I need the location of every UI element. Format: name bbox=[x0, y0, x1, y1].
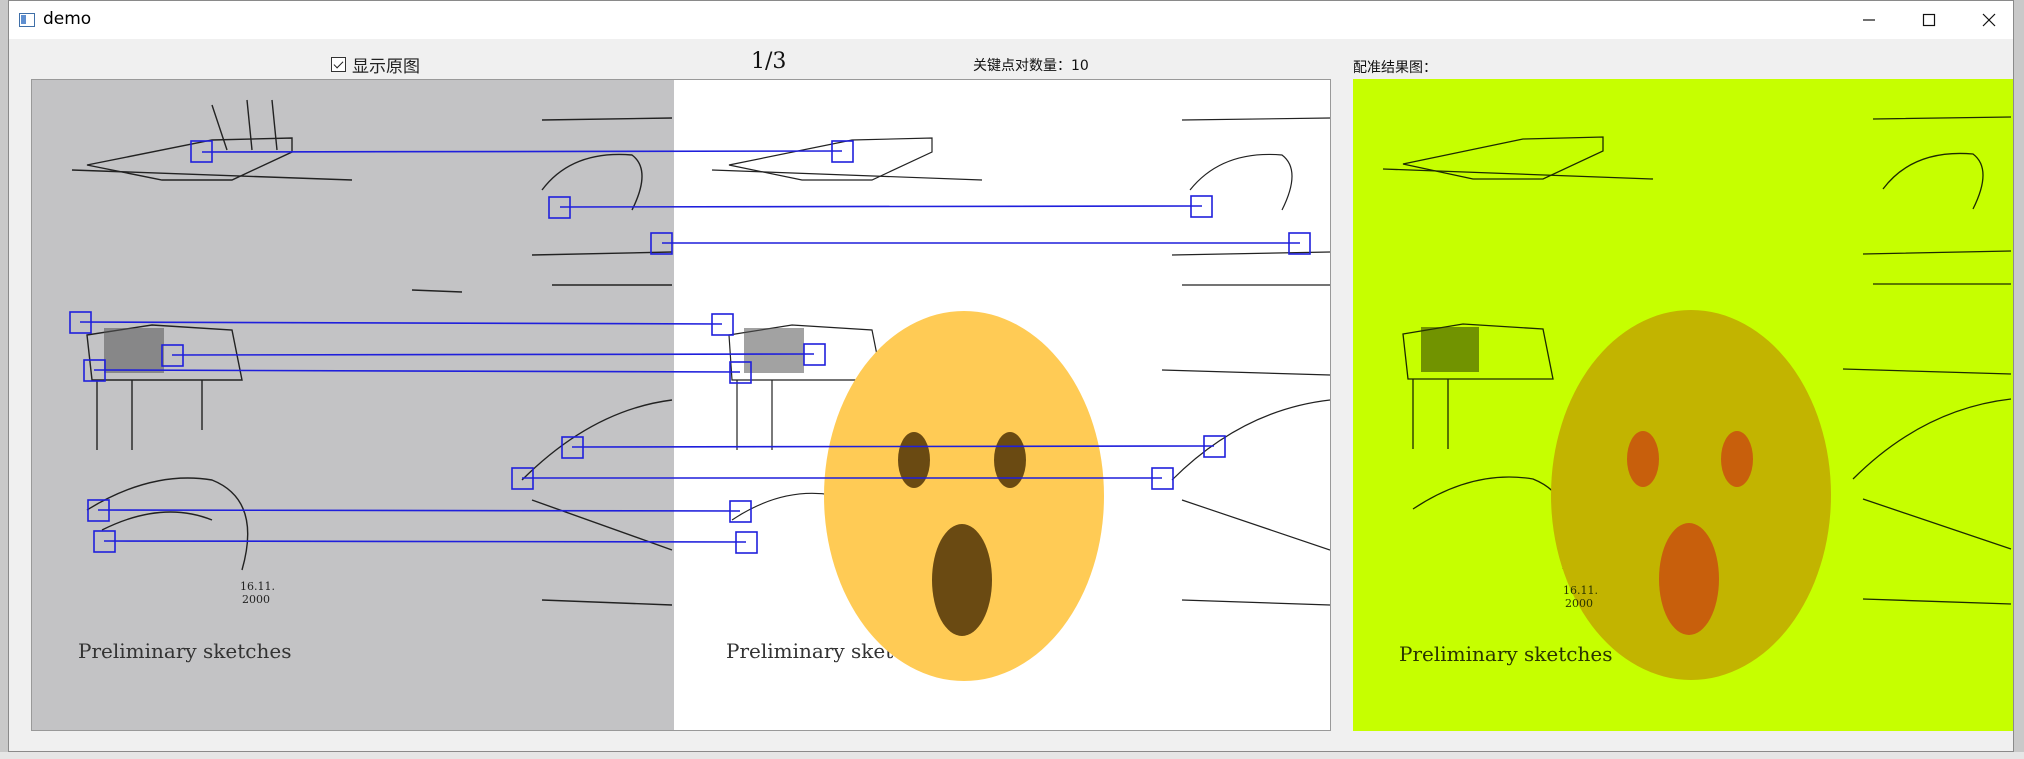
registration-result-view: Preliminary sketches 16.11. 2000 bbox=[1353, 79, 2013, 731]
close-icon bbox=[1982, 13, 1996, 27]
app-icon bbox=[19, 13, 35, 27]
close-button[interactable] bbox=[1959, 1, 2019, 39]
right-hatching bbox=[744, 328, 804, 373]
left-hatching bbox=[104, 328, 164, 373]
result-hatching bbox=[1421, 327, 1479, 372]
left-date-2: 2000 bbox=[242, 593, 270, 606]
result-date-1: 16.11. bbox=[1563, 584, 1598, 597]
window-title: demo bbox=[43, 9, 92, 29]
match-canvas: Preliminary sketches 16.11. 2000 Prelimi… bbox=[32, 80, 1330, 730]
result-canvas: Preliminary sketches 16.11. 2000 bbox=[1353, 79, 2013, 731]
minimize-button[interactable] bbox=[1839, 1, 1899, 39]
taskbar-strip bbox=[0, 752, 2024, 759]
maximize-icon bbox=[1922, 13, 1936, 27]
show-original-label: 显示原图 bbox=[352, 56, 420, 77]
result-emoji bbox=[1551, 310, 1831, 680]
result-date-2: 2000 bbox=[1565, 597, 1593, 610]
result-panel-title: 配准结果图： bbox=[1353, 60, 1437, 76]
checkbox-checked-icon[interactable] bbox=[331, 56, 346, 72]
maximize-button[interactable] bbox=[1899, 1, 1959, 39]
left-date-1: 16.11. bbox=[240, 580, 275, 593]
keypoint-match-view: Preliminary sketches 16.11. 2000 Prelimi… bbox=[31, 79, 1331, 731]
minimize-icon bbox=[1863, 19, 1875, 21]
show-original-checkbox[interactable]: 显示原图 bbox=[331, 53, 420, 77]
keypoint-count-label: 关键点对数量：10 bbox=[973, 58, 1089, 74]
surprised-emoji bbox=[824, 311, 1104, 681]
title-bar[interactable]: demo bbox=[9, 1, 2013, 39]
left-photo bbox=[32, 80, 674, 730]
result-caption: Preliminary sketches bbox=[1399, 642, 1612, 666]
app-window: demo 显示原图 1/3 关键点对数量：10 配准结果图： Prelimina… bbox=[8, 0, 2014, 752]
page-counter: 1/3 bbox=[751, 49, 787, 74]
left-caption: Preliminary sketches bbox=[78, 639, 291, 663]
